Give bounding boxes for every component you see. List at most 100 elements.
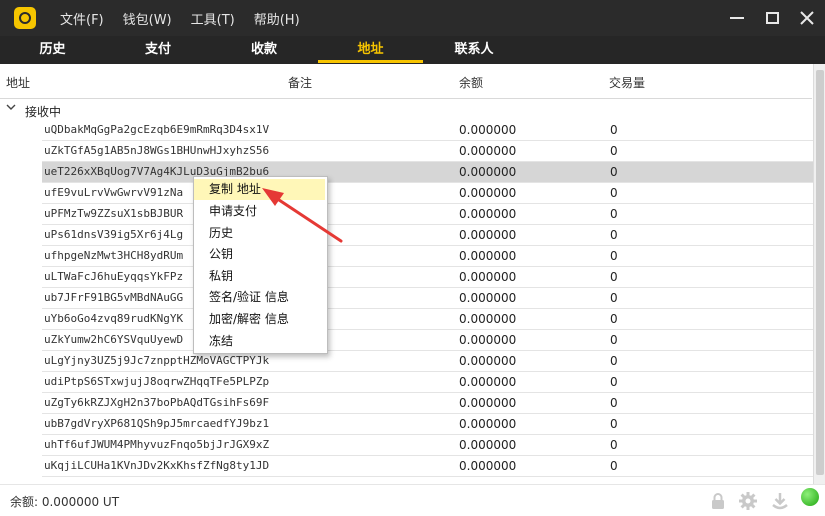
table-row[interactable]: uZkTGfA5g1AB5nJ8WGs1BHUnwHJxyhzS56 0.0000… [0, 141, 816, 162]
balance-cell: 0.000000 [456, 351, 609, 372]
maximize-icon[interactable] [755, 0, 789, 36]
menu-help[interactable]: 帮助(H) [254, 9, 300, 28]
note-cell[interactable] [288, 456, 456, 477]
column-tx-count[interactable]: 交易量 [609, 74, 645, 91]
menu-item-public-key[interactable]: 公钥 [194, 244, 325, 265]
balance-cell: 0.000000 [456, 204, 609, 225]
active-tab-indicator [318, 60, 423, 63]
note-cell[interactable] [288, 414, 456, 435]
balance-cell: 0.000000 [456, 393, 609, 414]
balance-cell: 0.000000 [456, 330, 609, 351]
balance-cell: 0.000000 [456, 372, 609, 393]
status-bar: 余额: 0.000000 UT [0, 484, 825, 516]
menu-item-encrypt-decrypt[interactable]: 加密/解密 信息 [194, 309, 325, 330]
tx-count-cell: 0 [606, 246, 816, 267]
tx-count-cell: 0 [606, 288, 816, 309]
table-row[interactable]: ubB7gdVryXP681QSh9pJ5mrcaedfYJ9bz1 0.0000… [0, 414, 816, 435]
tx-count-cell: 0 [606, 267, 816, 288]
tx-count-cell: 0 [606, 456, 816, 477]
table-row[interactable]: ufE9vuLrvVwGwrvV91zNa 0.000000 0 [0, 183, 816, 204]
table-row[interactable]: uKqjiLCUHa1KVnJDv2KxKhsfZfNg8ty1JD 0.0000… [0, 456, 816, 477]
table-row[interactable]: ub7JFrF91BG5vMBdNAuGG 0.000000 0 [0, 288, 816, 309]
balance-cell: 0.000000 [456, 120, 609, 141]
tab-receive[interactable]: 收款 [211, 36, 317, 64]
tx-count-cell: 0 [606, 141, 816, 162]
column-balance[interactable]: 余额 [459, 74, 483, 91]
connection-status-icon[interactable] [801, 488, 819, 506]
menu-tools[interactable]: 工具(T) [191, 9, 235, 28]
scrollbar-thumb[interactable] [816, 70, 824, 475]
note-cell[interactable] [288, 141, 456, 162]
address-cell[interactable]: uZgTy6kRZJXgH2n37boPbAQdTGsihFs69F [42, 393, 289, 414]
address-cell[interactable]: uZkTGfA5g1AB5nJ8WGs1BHUnwHJxyhzS56 [42, 141, 289, 162]
group-row-receiving[interactable]: 接收中 [0, 100, 812, 120]
table-row[interactable]: uPFMzTw9ZZsuX1sbBJBUR 0.000000 0 [0, 204, 816, 225]
address-cell[interactable]: uQDbakMqGgPa2gcEzqb6E9mRmRq3D4sx1V [42, 120, 289, 141]
tx-count-cell: 0 [606, 183, 816, 204]
note-cell[interactable] [288, 351, 456, 372]
balance-cell: 0.000000 [456, 225, 609, 246]
table-row[interactable]: udiPtpS6STxwjujJ8oqrwZHqqTFe5PLPZp 0.0000… [0, 372, 816, 393]
balance-cell: 0.000000 [456, 246, 609, 267]
download-icon[interactable] [770, 491, 790, 511]
column-note[interactable]: 备注 [288, 74, 312, 91]
address-cell[interactable]: uLgYjny3UZ5j9Jc7znpptHZMoVAGCTPYJk [42, 351, 289, 372]
address-cell[interactable]: udiPtpS6STxwjujJ8oqrwZHqqTFe5PLPZp [42, 372, 289, 393]
tab-history[interactable]: 历史 [0, 36, 105, 64]
table-row[interactable]: uPs61dnsV39ig5Xr6j4Lg 0.000000 0 [0, 225, 816, 246]
tx-count-cell: 0 [606, 309, 816, 330]
balance-cell: 0.000000 [456, 435, 609, 456]
address-cell[interactable]: uKqjiLCUHa1KVnJDv2KxKhsfZfNg8ty1JD [42, 456, 289, 477]
table-row[interactable]: uLgYjny3UZ5j9Jc7znpptHZMoVAGCTPYJk 0.0000… [0, 351, 816, 372]
menu-file[interactable]: 文件(F) [60, 9, 104, 28]
tx-count-cell: 0 [606, 120, 816, 141]
note-cell[interactable] [288, 393, 456, 414]
lock-icon[interactable] [708, 491, 728, 511]
menu-item-private-key[interactable]: 私钥 [194, 266, 325, 287]
menu-item-request-payment[interactable]: 申请支付 [194, 201, 325, 222]
tx-count-cell: 0 [606, 435, 816, 456]
table-row[interactable]: uYb6oGo4zvq89rudKNgYK 0.000000 0 [0, 309, 816, 330]
close-icon[interactable] [790, 0, 824, 36]
chevron-down-icon[interactable] [6, 102, 16, 115]
balance-cell: 0.000000 [456, 183, 609, 204]
tab-contacts[interactable]: 联系人 [423, 36, 525, 64]
note-cell[interactable] [288, 372, 456, 393]
title-bar: 文件(F) 钱包(W) 工具(T) 帮助(H) [0, 0, 825, 36]
tx-count-cell: 0 [606, 162, 816, 183]
address-cell[interactable]: uhTf6ufJWUM4PMhyvuzFnqo5bjJrJGX9xZ [42, 435, 289, 456]
column-address[interactable]: 地址 [6, 74, 30, 91]
table-row[interactable]: uLTWaFcJ6huEyqqsYkFPz 0.000000 0 [0, 267, 816, 288]
tx-count-cell: 0 [606, 225, 816, 246]
tx-count-cell: 0 [606, 372, 816, 393]
note-cell[interactable] [288, 435, 456, 456]
menu-wallet[interactable]: 钱包(W) [123, 9, 172, 28]
balance-cell: 0.000000 [456, 456, 609, 477]
tx-count-cell: 0 [606, 351, 816, 372]
address-list: uQDbakMqGgPa2gcEzqb6E9mRmRq3D4sx1V 0.0000… [0, 120, 816, 477]
table-row[interactable]: uZkYumw2hC6YSVquUyewD 0.000000 0 [0, 330, 816, 351]
table-row[interactable]: ueT226xXBqUog7V7Ag4KJLuD3uGjmB2bu6 0.0000… [0, 162, 816, 183]
tx-count-cell: 0 [606, 204, 816, 225]
vertical-scrollbar[interactable] [813, 64, 825, 484]
note-cell[interactable] [288, 120, 456, 141]
gear-icon[interactable] [738, 491, 758, 511]
menu-item-copy-address[interactable]: 复制 地址 [194, 179, 325, 200]
minimize-icon[interactable] [720, 0, 754, 36]
balance-cell: 0.000000 [456, 267, 609, 288]
tx-count-cell: 0 [606, 393, 816, 414]
table-row[interactable]: ufhpgeNzMwt3HCH8ydRUm 0.000000 0 [0, 246, 816, 267]
menu-item-freeze[interactable]: 冻结 [194, 331, 325, 352]
menu-item-history[interactable]: 历史 [194, 223, 325, 244]
tab-send[interactable]: 支付 [105, 36, 211, 64]
balance-cell: 0.000000 [456, 309, 609, 330]
context-menu: 复制 地址 申请支付 历史 公钥 私钥 签名/验证 信息 加密/解密 信息 冻结 [193, 176, 328, 354]
table-row[interactable]: uhTf6ufJWUM4PMhyvuzFnqo5bjJrJGX9xZ 0.0000… [0, 435, 816, 456]
menu-item-sign-verify[interactable]: 签名/验证 信息 [194, 287, 325, 308]
balance-cell: 0.000000 [456, 162, 609, 183]
address-cell[interactable]: ubB7gdVryXP681QSh9pJ5mrcaedfYJ9bz1 [42, 414, 289, 435]
table-row[interactable]: uZgTy6kRZJXgH2n37boPbAQdTGsihFs69F 0.0000… [0, 393, 816, 414]
table-row[interactable]: uQDbakMqGgPa2gcEzqb6E9mRmRq3D4sx1V 0.0000… [0, 120, 816, 141]
balance-cell: 0.000000 [456, 141, 609, 162]
status-balance: 余额: 0.000000 UT [10, 495, 120, 509]
